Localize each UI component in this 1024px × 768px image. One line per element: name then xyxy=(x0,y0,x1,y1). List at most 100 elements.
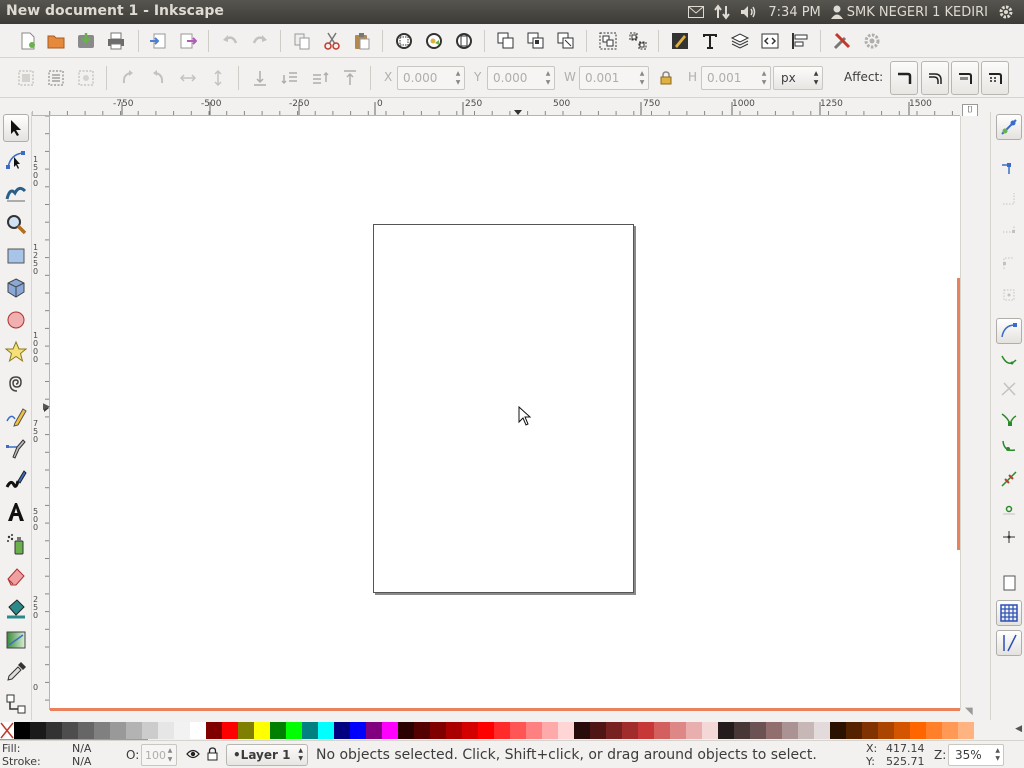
resize-corner-icon[interactable]: ◥ xyxy=(965,706,973,717)
color-swatch[interactable] xyxy=(814,722,830,739)
layer-select[interactable]: •Layer 1 ▲ ▼ xyxy=(226,744,308,766)
color-swatch[interactable] xyxy=(382,722,398,739)
text-font-button[interactable] xyxy=(698,29,722,53)
color-swatch[interactable] xyxy=(558,722,574,739)
clock[interactable]: 7:34 PM xyxy=(768,5,820,20)
vertical-ruler[interactable]: 1500 1250 1000 750 500 250 0 xyxy=(32,116,50,710)
raise-to-top-button[interactable] xyxy=(338,66,362,90)
color-swatch[interactable] xyxy=(942,722,958,739)
snap-line-midpoints-button[interactable] xyxy=(996,466,1022,492)
snap-bbox-button[interactable] xyxy=(996,154,1022,180)
color-swatch[interactable] xyxy=(350,722,366,739)
color-swatch[interactable] xyxy=(238,722,254,739)
snap-nodes-button[interactable] xyxy=(996,318,1022,344)
select-all-layers-button[interactable] xyxy=(44,66,68,90)
connector-tool[interactable] xyxy=(3,690,29,718)
color-swatch[interactable] xyxy=(254,722,270,739)
new-document-button[interactable] xyxy=(16,29,40,53)
color-swatch[interactable] xyxy=(798,722,814,739)
x-field[interactable]: ▲▼ xyxy=(397,66,465,90)
mail-icon[interactable] xyxy=(688,6,705,18)
color-swatch[interactable] xyxy=(654,722,670,739)
color-swatch[interactable] xyxy=(638,722,654,739)
eraser-tool[interactable] xyxy=(3,562,29,590)
palette-scroll-icon[interactable]: ◀ xyxy=(1015,724,1022,734)
color-swatch[interactable] xyxy=(718,722,734,739)
color-swatch[interactable] xyxy=(222,722,238,739)
color-swatch[interactable] xyxy=(542,722,558,739)
duplicate-button[interactable] xyxy=(494,29,518,53)
spin-arrows-icon[interactable]: ▲ ▼ xyxy=(760,69,768,87)
snap-bbox-midpoint-button[interactable] xyxy=(996,250,1022,276)
network-icon[interactable] xyxy=(714,4,731,20)
vertical-scrollbar-thumb[interactable] xyxy=(957,278,960,550)
spin-arrows-icon[interactable]: ▲ ▼ xyxy=(995,747,1000,763)
open-button[interactable] xyxy=(44,29,68,53)
pencil-tool[interactable] xyxy=(3,402,29,430)
color-swatch[interactable] xyxy=(14,722,30,739)
rotate-cw-button[interactable] xyxy=(146,66,170,90)
ellipse-tool[interactable] xyxy=(3,306,29,334)
color-swatch[interactable] xyxy=(78,722,94,739)
spray-tool[interactable] xyxy=(3,530,29,558)
zoom-page-button[interactable] xyxy=(452,29,476,53)
snap-bbox-center-button[interactable] xyxy=(996,282,1022,308)
snap-cusp-nodes-button[interactable] xyxy=(996,406,1022,432)
color-swatch[interactable] xyxy=(846,722,862,739)
opacity-field[interactable]: ▲▼ xyxy=(141,744,177,766)
color-swatch[interactable] xyxy=(30,722,46,739)
zoom-drawing-button[interactable] xyxy=(422,29,446,53)
color-swatch[interactable] xyxy=(414,722,430,739)
gradient-tool[interactable] xyxy=(3,626,29,654)
spin-arrows-icon[interactable]: ▲ ▼ xyxy=(638,69,646,87)
vertical-scrollbar-track[interactable] xyxy=(960,116,988,710)
fill-stroke-button[interactable] xyxy=(668,29,692,53)
color-swatch[interactable] xyxy=(910,722,926,739)
color-swatch[interactable] xyxy=(574,722,590,739)
tweak-tool[interactable] xyxy=(3,178,29,206)
select-all-button[interactable] xyxy=(14,66,38,90)
color-swatch[interactable] xyxy=(126,722,142,739)
snap-grid-button[interactable] xyxy=(996,600,1022,626)
volume-icon[interactable] xyxy=(740,5,758,19)
affect-patterns-button[interactable] xyxy=(981,61,1009,95)
color-swatch[interactable] xyxy=(622,722,638,739)
w-field[interactable]: ▲▼ xyxy=(579,66,649,90)
palette-scroll[interactable]: ◀ xyxy=(974,722,1024,739)
color-swatch[interactable] xyxy=(766,722,782,739)
color-swatch[interactable] xyxy=(926,722,942,739)
raise-button[interactable] xyxy=(308,66,332,90)
snap-object-midpoints-button[interactable] xyxy=(996,496,1022,522)
affect-gradients-button[interactable] xyxy=(951,61,979,95)
color-swatch[interactable] xyxy=(302,722,318,739)
paste-button[interactable] xyxy=(350,29,374,53)
color-swatch[interactable] xyxy=(590,722,606,739)
cut-button[interactable] xyxy=(320,29,344,53)
color-swatch[interactable] xyxy=(62,722,78,739)
color-swatch[interactable] xyxy=(670,722,686,739)
dropper-tool[interactable] xyxy=(3,658,29,686)
color-swatch[interactable] xyxy=(206,722,222,739)
snap-smooth-nodes-button[interactable] xyxy=(996,434,1022,460)
align-distribute-button[interactable] xyxy=(788,29,812,53)
zoom-selection-button[interactable] xyxy=(392,29,416,53)
print-button[interactable] xyxy=(104,29,128,53)
color-swatch[interactable] xyxy=(270,722,286,739)
snap-page-border-button[interactable] xyxy=(996,570,1022,596)
affect-rounded-corners-button[interactable] xyxy=(921,61,949,95)
color-swatch[interactable] xyxy=(862,722,878,739)
save-button[interactable] xyxy=(74,29,98,53)
xml-editor-button[interactable] xyxy=(758,29,782,53)
color-swatch[interactable] xyxy=(46,722,62,739)
snap-paths-button[interactable] xyxy=(996,348,1022,374)
color-swatch[interactable] xyxy=(462,722,478,739)
color-swatch[interactable] xyxy=(686,722,702,739)
paint-bucket-tool[interactable] xyxy=(3,594,29,622)
calligraphy-tool[interactable] xyxy=(3,466,29,494)
zoom-field[interactable]: 35% ▲ ▼ xyxy=(948,744,1004,766)
color-swatch[interactable] xyxy=(878,722,894,739)
rectangle-tool[interactable] xyxy=(3,242,29,270)
spin-arrows-icon[interactable]: ▲ ▼ xyxy=(454,69,462,87)
gear-icon[interactable] xyxy=(998,4,1014,20)
color-swatch[interactable] xyxy=(334,722,350,739)
